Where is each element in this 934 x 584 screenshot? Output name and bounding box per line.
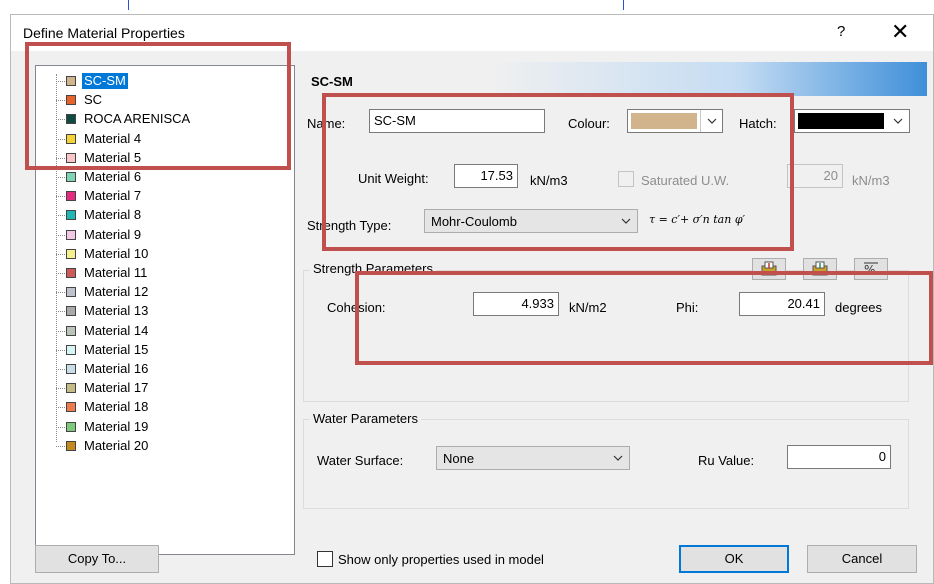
hatch-swatch <box>798 113 884 129</box>
tree-line <box>56 273 65 274</box>
help-button[interactable]: ? <box>837 23 845 40</box>
close-button[interactable]: ✕ <box>891 19 909 45</box>
tree-line <box>56 234 65 236</box>
chevron-down-icon <box>613 455 623 461</box>
material-color-swatch <box>66 172 76 182</box>
material-header: SC-SM <box>301 62 927 96</box>
material-tree-label: Material 8 <box>84 207 142 223</box>
highlight-box-properties <box>322 93 794 251</box>
tree-line <box>56 388 65 390</box>
tree-line <box>56 311 65 313</box>
ru-value-input[interactable]: 0 <box>787 445 891 469</box>
tree-line <box>56 253 65 255</box>
material-tree-label: Material 13 <box>84 303 149 319</box>
highlight-box-materials <box>25 42 291 170</box>
water-surface-dropdown-arrow[interactable] <box>607 447 629 469</box>
material-color-swatch <box>66 248 76 259</box>
material-tree-label: Material 15 <box>84 341 149 357</box>
saturated-input[interactable]: 20 <box>787 164 843 188</box>
saturated-unit: kN/m3 <box>852 173 890 188</box>
show-only-checkbox[interactable] <box>317 551 333 567</box>
tree-line <box>56 369 65 370</box>
material-color-swatch <box>66 344 76 355</box>
water-surface-value: None <box>443 451 475 466</box>
ok-button[interactable]: OK <box>679 545 789 573</box>
material-color-swatch <box>66 287 76 298</box>
tree-line <box>56 349 65 351</box>
background-tick <box>128 0 129 10</box>
material-color-swatch <box>66 191 76 202</box>
define-material-dialog: Define Material Properties ? ✕ SC-SM SC RO… <box>10 14 934 584</box>
material-tree-label: Material 6 <box>84 169 142 184</box>
copy-to-button[interactable]: Copy To... <box>35 545 159 573</box>
material-color-swatch <box>66 364 76 374</box>
material-color-swatch <box>66 402 76 413</box>
tree-line <box>56 407 65 409</box>
material-tree-label: Material 12 <box>84 284 149 300</box>
material-tree-label: Material 16 <box>84 361 149 376</box>
water-surface-select[interactable]: None <box>436 446 630 470</box>
material-tree-label: Material 19 <box>84 418 149 434</box>
tree-line <box>56 215 65 217</box>
tree-line <box>56 292 65 294</box>
tree-line <box>56 445 65 447</box>
water-surface-label: Water Surface: <box>317 453 404 468</box>
tree-line <box>56 196 65 198</box>
background-tick <box>623 0 624 10</box>
material-tree-label: Material 20 <box>84 437 149 453</box>
chevron-down-icon <box>893 118 903 124</box>
material-tree-label: Material 18 <box>84 399 149 415</box>
show-only-label: Show only properties used in model <box>338 552 544 567</box>
tree-line <box>56 426 65 428</box>
dialog-title: Define Material Properties <box>23 25 185 41</box>
tree-line <box>56 177 65 178</box>
material-tree-label: Material 9 <box>84 226 142 242</box>
background-strip <box>0 0 934 14</box>
material-tree-label: Material 11 <box>84 265 148 280</box>
material-tree-label: Material 17 <box>84 380 149 396</box>
material-color-swatch <box>66 421 76 432</box>
material-color-swatch <box>66 268 76 278</box>
material-color-swatch <box>66 383 76 394</box>
material-header-label: SC-SM <box>311 74 353 89</box>
highlight-box-strength <box>355 271 933 365</box>
material-color-swatch <box>66 325 76 336</box>
water-parameters-label: Water Parameters <box>310 411 421 426</box>
ru-value-label: Ru Value: <box>698 453 755 468</box>
material-color-swatch <box>66 210 76 221</box>
hatch-select[interactable] <box>794 109 910 133</box>
material-tree-label: Material 10 <box>84 245 149 261</box>
material-tree-label: Material 14 <box>84 322 149 338</box>
cancel-button[interactable]: Cancel <box>807 545 917 573</box>
tree-line <box>56 330 65 332</box>
hatch-dropdown-arrow[interactable] <box>887 110 909 132</box>
material-color-swatch <box>66 229 76 240</box>
material-tree-label: Material 7 <box>84 188 142 204</box>
material-color-swatch <box>66 306 76 317</box>
material-color-swatch <box>66 440 76 451</box>
